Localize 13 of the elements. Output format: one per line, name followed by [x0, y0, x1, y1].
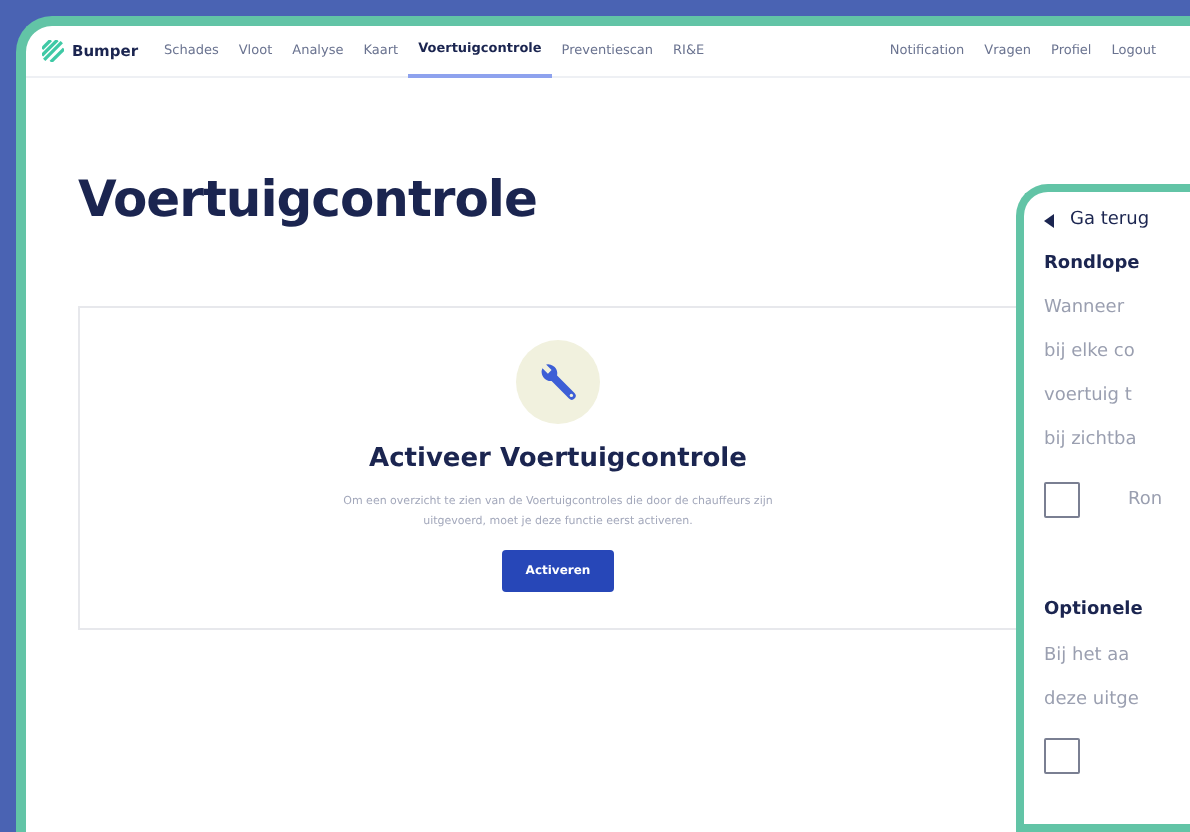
- wrench-icon: [516, 339, 600, 423]
- logo-icon: [42, 40, 64, 62]
- back-arrow-icon: [1044, 214, 1054, 229]
- section-description: Wanneer bij elke co voertuig t bij zichtba: [1044, 296, 1139, 454]
- page-title: Voertuigcontrole: [78, 168, 537, 232]
- section-heading: Optionele: [1044, 598, 1145, 624]
- checkbox[interactable]: [1044, 737, 1080, 773]
- checkbox[interactable]: [1044, 482, 1080, 518]
- card-title: Activeer Voertuigcontrole: [369, 441, 747, 477]
- checkbox-label: Ron: [1128, 488, 1163, 514]
- back-link[interactable]: Ga terug: [1044, 208, 1190, 235]
- section-description: Bij het aa deze uitge: [1044, 643, 1141, 713]
- section-heading: Rondlope: [1044, 251, 1142, 277]
